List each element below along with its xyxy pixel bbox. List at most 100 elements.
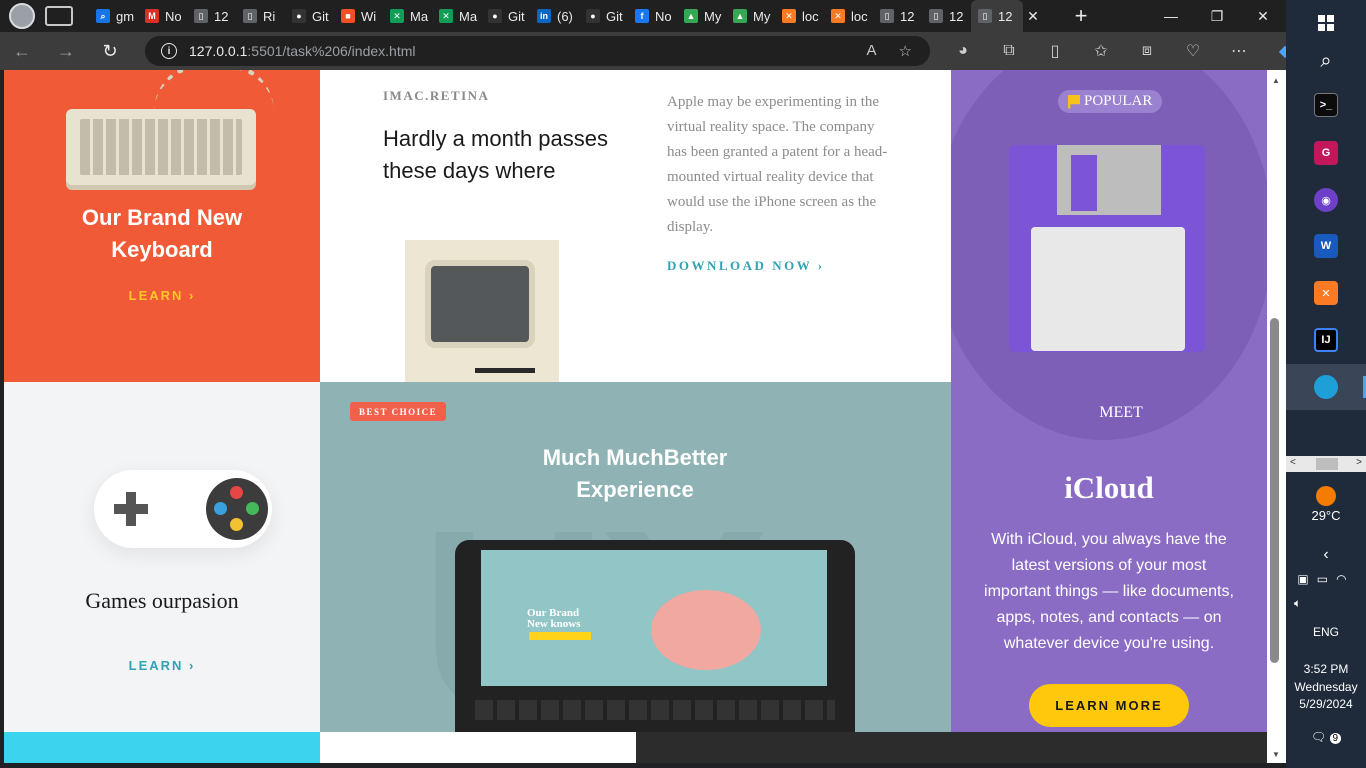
browser-tab[interactable]: in (6) <box>530 0 579 32</box>
tray-scrollbar[interactable]: < > <box>1286 456 1366 472</box>
close-window-icon[interactable]: ✕ <box>1240 0 1286 32</box>
scroll-thumb[interactable] <box>1270 318 1279 663</box>
download-now-link[interactable]: DOWNLOAD NOW › <box>667 258 825 274</box>
clock-time[interactable]: 3:52 PM <box>1286 662 1366 676</box>
taskbar-pdf-app[interactable]: G <box>1286 130 1366 176</box>
taskbar-edge[interactable] <box>1286 364 1366 410</box>
browser-toolbar: ← → ↻ i 127.0.0.1:5501/task%206/index.ht… <box>0 32 1291 70</box>
x-logo-icon: ✕ <box>439 9 453 23</box>
weather-temp[interactable]: 29°C <box>1286 508 1366 523</box>
microsoft-icon: ■ <box>341 9 355 23</box>
split-screen-icon[interactable]: ▯ <box>1032 32 1078 70</box>
address-bar[interactable]: i 127.0.0.1:5501/task%206/index.html A ☆ <box>145 36 930 66</box>
profile-avatar[interactable] <box>9 3 35 29</box>
taskbar-intellij[interactable]: IJ <box>1286 317 1366 363</box>
browser-tab[interactable]: ▲ My <box>726 0 775 32</box>
favorites-icon[interactable]: ✩ <box>1078 32 1124 70</box>
more-menu-icon[interactable]: ⋯ <box>1216 32 1262 70</box>
taskbar-word[interactable]: W <box>1286 223 1366 269</box>
edge-icon <box>1314 375 1338 399</box>
language-indicator[interactable]: ENG <box>1286 625 1366 639</box>
icloud-card: POPULAR MEET iCloud With iCloud, you alw… <box>951 70 1267 732</box>
restore-icon[interactable]: ❐ <box>1194 0 1240 32</box>
learn-more-button[interactable]: LEARN MORE <box>1029 684 1189 727</box>
scroll-up-icon[interactable]: ▲ <box>1272 76 1280 85</box>
back-button[interactable]: ← <box>0 32 44 70</box>
tray-status-icons[interactable]: ▣▭◠ <box>1286 572 1366 586</box>
browser-tab[interactable]: ⌕ gm <box>89 0 138 32</box>
url-text[interactable]: 127.0.0.1:5501/task%206/index.html <box>189 43 416 59</box>
notification-center[interactable]: 🗨︎ 9 <box>1286 730 1366 744</box>
show-hidden-icons-icon[interactable]: ‹ <box>1286 546 1366 564</box>
browser-tab[interactable]: ● Git <box>285 0 334 32</box>
x-logo-icon: ✕ <box>390 9 404 23</box>
tab-title: No <box>165 8 182 24</box>
tab-title: 12 <box>998 8 1013 24</box>
forward-button[interactable]: → <box>44 32 88 70</box>
site-info-icon[interactable]: i <box>161 43 177 59</box>
dark-card-partial <box>636 732 1267 763</box>
extensions-puzzle-icon[interactable]: ⧉ <box>986 32 1032 70</box>
clock-day[interactable]: Wednesday <box>1286 680 1366 694</box>
intellij-icon: IJ <box>1314 328 1338 352</box>
cyan-card-partial <box>4 732 320 763</box>
notification-count: 9 <box>1329 733 1342 744</box>
minimize-icon[interactable]: — <box>1148 0 1194 32</box>
browser-tab[interactable]: f No <box>628 0 677 32</box>
tab-actions-icon[interactable] <box>45 6 73 26</box>
browser-tab[interactable]: ✕ Ma <box>432 0 481 32</box>
browser-tab[interactable]: ▯ 12 <box>187 0 236 32</box>
read-aloud-icon[interactable]: A <box>867 42 877 60</box>
keyboard-learn-link[interactable]: LEARN › <box>4 288 320 303</box>
new-tab-button[interactable]: + <box>1063 3 1099 29</box>
tab-title: No <box>655 8 672 24</box>
window-controls: — ❐ ✕ <box>1148 0 1286 32</box>
collections-icon[interactable]: ⧈ <box>1124 32 1170 70</box>
search-button[interactable]: ⌕ <box>1286 38 1366 84</box>
favorite-star-icon[interactable]: ☆ <box>899 42 912 60</box>
tab-title: Wi <box>361 8 377 24</box>
browser-tab[interactable]: ▯ 12 <box>922 0 971 32</box>
taskbar-xampp[interactable]: ✕ <box>1286 270 1366 316</box>
browser-tab[interactable]: M No <box>138 0 187 32</box>
reload-button[interactable]: ↻ <box>88 32 132 70</box>
browser-tab[interactable]: ✕ loc <box>824 0 873 32</box>
browser-tab[interactable]: ▲ My <box>677 0 726 32</box>
imac-eyebrow: IMAC.RETINA <box>383 88 490 103</box>
page-icon: ▯ <box>929 9 943 23</box>
page-icon: ▯ <box>194 9 208 23</box>
taskbar-terminal[interactable]: >_ <box>1286 82 1366 128</box>
weather-sun-icon[interactable] <box>1316 486 1336 506</box>
scroll-down-icon[interactable]: ▼ <box>1272 750 1280 759</box>
tray-scroll-left-icon[interactable]: < <box>1290 457 1296 468</box>
close-tab-icon[interactable]: ✕ <box>1023 8 1043 25</box>
github-icon: ● <box>292 9 306 23</box>
browser-tab[interactable]: ▯ 12 <box>971 0 1023 32</box>
browser-tab[interactable]: ▯ 12 <box>873 0 922 32</box>
extension-color-icon[interactable]: ◕ <box>940 32 986 70</box>
floppy-disk-image <box>1009 145 1205 352</box>
browser-tab[interactable]: ✕ Ma <box>383 0 432 32</box>
flag-icon <box>1068 94 1080 109</box>
xampp-icon: ✕ <box>1314 281 1338 305</box>
clock-date[interactable]: 5/29/2024 <box>1286 697 1366 711</box>
browser-tab[interactable]: ▯ Ri <box>236 0 285 32</box>
tab-title: loc <box>851 8 868 24</box>
browser-tab[interactable]: ● Git <box>579 0 628 32</box>
tab-title: Ri <box>263 8 276 24</box>
tray-scroll-right-icon[interactable]: > <box>1356 457 1362 468</box>
github-icon: ● <box>586 9 600 23</box>
windows-taskbar: ⌕ >_ G ◉ W ✕ IJ < > 29°C ‹ ▣▭◠ 🔈︎ ENG 3:… <box>1286 0 1366 768</box>
taskbar-github-desktop[interactable]: ◉ <box>1286 177 1366 223</box>
tab-title: 12 <box>214 8 229 24</box>
browser-tab[interactable]: ✕ loc <box>775 0 824 32</box>
browser-tab[interactable]: ● Git <box>481 0 530 32</box>
volume-icon[interactable]: 🔈︎ <box>1286 596 1366 611</box>
games-learn-link[interactable]: LEARN › <box>4 658 320 673</box>
xampp-icon: ✕ <box>782 9 796 23</box>
browser-essentials-icon[interactable]: ♡ <box>1170 32 1216 70</box>
browser-tab[interactable]: ■ Wi <box>334 0 383 32</box>
page-scrollbar[interactable]: ▲ ▼ <box>1267 70 1286 763</box>
tab-title: Ma <box>459 8 478 24</box>
tab-title: My <box>753 8 771 24</box>
